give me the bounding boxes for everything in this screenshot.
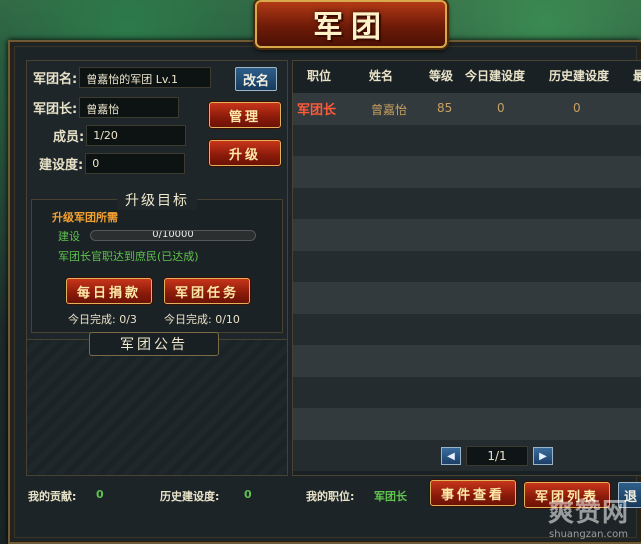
my-position-label: 我的职位: bbox=[306, 490, 355, 503]
upgrade-button[interactable]: 升级 bbox=[209, 140, 281, 166]
column-last: 最 bbox=[633, 67, 641, 84]
column-history-build: 历史建设度 bbox=[549, 68, 610, 83]
build-requirement-label: 建设 bbox=[58, 230, 80, 243]
member-level: 85 bbox=[437, 101, 453, 115]
manage-button[interactable]: 管理 bbox=[209, 102, 281, 128]
member-position: 军团长 bbox=[297, 103, 337, 118]
watermark-sub: shuangzan.com bbox=[549, 529, 628, 540]
my-contribution-value: 0 bbox=[96, 488, 104, 501]
pager: ◀ 1/1 ▶ bbox=[441, 446, 553, 466]
watermark: 爽赞网 shuangzan.com bbox=[548, 492, 629, 540]
column-name: 姓名 bbox=[369, 68, 394, 83]
rename-button[interactable]: 改名 bbox=[235, 67, 277, 91]
my-position-value: 军团长 bbox=[374, 490, 407, 503]
build-progress-bar: 0/10000 bbox=[90, 230, 256, 241]
legion-name-row: 军团名: 曾嘉怡的军团 Lv.1 bbox=[33, 67, 212, 88]
table-row-empty bbox=[293, 250, 641, 282]
legion-info-panel: 军团名: 曾嘉怡的军团 Lv.1 改名 军团长: 曾嘉怡 管理 成员: 1/20… bbox=[26, 60, 288, 476]
daily-donate-status: 今日完成: 0/3 bbox=[68, 313, 137, 326]
build-progress-text: 0/10000 bbox=[152, 230, 194, 240]
legion-leader-row: 军团长: 曾嘉怡 bbox=[33, 97, 180, 118]
window-title: 军团 bbox=[313, 10, 389, 45]
table-row-empty bbox=[293, 345, 641, 377]
member-history-build: 0 bbox=[573, 101, 581, 115]
my-contribution-label: 我的贡献: bbox=[28, 490, 77, 503]
member-table-header: 职位 姓名 等级 今日建设度 历史建设度 最 bbox=[293, 61, 641, 89]
history-build-label: 历史建设度: bbox=[160, 490, 220, 503]
next-page-icon[interactable]: ▶ bbox=[533, 447, 553, 465]
legion-build-label: 建设度: bbox=[39, 158, 84, 173]
legion-members-row: 成员: 1/20 bbox=[53, 125, 187, 146]
legion-name-label: 军团名: bbox=[33, 72, 78, 87]
table-row-empty bbox=[293, 282, 641, 314]
legion-name-value: 曾嘉怡的军团 Lv.1 bbox=[79, 67, 212, 88]
column-level: 等级 bbox=[429, 68, 454, 83]
member-table-body: 军团长 曾嘉怡 85 0 0 bbox=[293, 93, 641, 471]
legion-task-button[interactable]: 军团任务 bbox=[164, 278, 250, 304]
daily-donate-button[interactable]: 每日捐款 bbox=[66, 278, 152, 304]
legion-notice-panel: 军团公告 bbox=[27, 332, 287, 475]
member-name: 曾嘉怡 bbox=[371, 103, 408, 117]
legion-window: 军团名: 曾嘉怡的军团 Lv.1 改名 军团长: 曾嘉怡 管理 成员: 1/20… bbox=[8, 40, 641, 544]
table-row-empty bbox=[293, 156, 641, 188]
table-row-empty bbox=[293, 376, 641, 408]
history-build-value: 0 bbox=[244, 488, 252, 501]
legion-build-row: 建设度: 0 bbox=[39, 153, 186, 174]
page-indicator: 1/1 bbox=[466, 446, 528, 466]
window-title-plaque: 军团 bbox=[255, 0, 447, 48]
rank-requirement-text: 军团长官职达到庶民(已达成) bbox=[58, 250, 199, 263]
legion-task-status: 今日完成: 0/10 bbox=[164, 313, 240, 326]
legion-members-value: 1/20 bbox=[86, 125, 187, 146]
legion-leader-value: 曾嘉怡 bbox=[79, 97, 180, 118]
upgrade-target-title: 升级目标 bbox=[117, 190, 197, 210]
legion-notice-title: 军团公告 bbox=[89, 332, 219, 356]
legion-members-label: 成员: bbox=[53, 130, 85, 145]
table-row-empty bbox=[293, 408, 641, 440]
table-row-empty bbox=[293, 219, 641, 251]
table-row-empty bbox=[293, 124, 641, 156]
table-row-empty bbox=[293, 313, 641, 345]
column-today-build: 今日建设度 bbox=[465, 68, 526, 83]
member-table: 职位 姓名 等级 今日建设度 历史建设度 最 军团长 曾嘉怡 85 0 0 ◀ … bbox=[292, 60, 641, 476]
member-today-build: 0 bbox=[497, 101, 505, 115]
upgrade-requirement-title: 升级军团所需 bbox=[52, 211, 118, 224]
legion-leader-label: 军团长: bbox=[33, 102, 78, 117]
upgrade-target-box: 升级目标 升级军团所需 建设 0/10000 军团长官职达到庶民(已达成) 每日… bbox=[31, 190, 283, 333]
prev-page-icon[interactable]: ◀ bbox=[441, 447, 461, 465]
event-view-button[interactable]: 事件查看 bbox=[430, 480, 516, 506]
table-row[interactable]: 军团长 曾嘉怡 85 0 0 bbox=[293, 93, 641, 125]
watermark-main: 爽赞网 bbox=[547, 498, 629, 528]
table-row-empty bbox=[293, 187, 641, 219]
legion-build-value: 0 bbox=[85, 153, 186, 174]
column-position: 职位 bbox=[307, 68, 332, 83]
